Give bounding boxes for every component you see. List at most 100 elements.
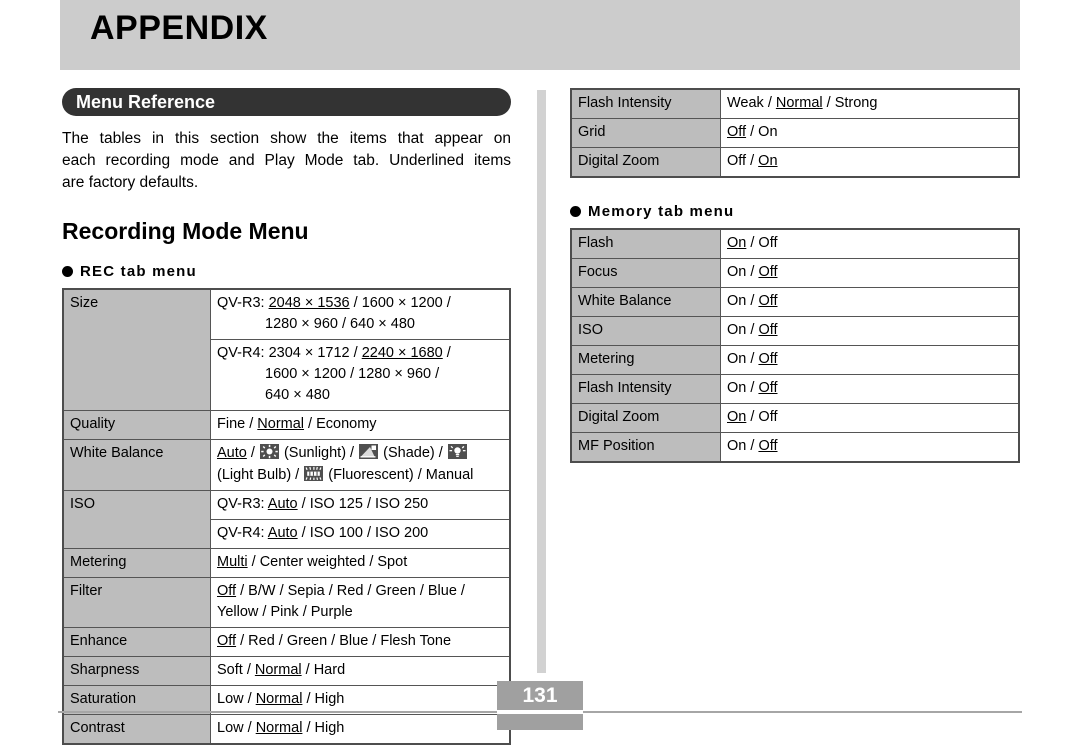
memory-tab-table: Flash On / Off Focus On / Off White Bala… (570, 228, 1020, 463)
row-value-mem-flash: On / Off (720, 228, 1020, 259)
row-value-iso-qvr4: QV-R4: Auto / ISO 100 / ISO 200 (210, 519, 511, 549)
table-row: Flash Intensity On / Off (570, 374, 1020, 404)
row-label-mem-iso: ISO (570, 316, 721, 346)
table-row: White Balance On / Off (570, 287, 1020, 317)
row-label-iso: ISO (62, 490, 211, 549)
row-label-quality: Quality (62, 410, 211, 440)
section-banner-label: Menu Reference (76, 92, 216, 112)
size-qvr4-line3: 640 × 480 (265, 387, 330, 403)
row-label-mem-focus: Focus (570, 258, 721, 288)
wb-lightbulb-label: (Light Bulb) (217, 467, 292, 483)
table-row: Digital Zoom On / Off (570, 403, 1020, 433)
light-bulb-icon (447, 444, 467, 459)
table-row: ISO On / Off (570, 316, 1020, 346)
row-value-enhance: Off / Red / Green / Blue / Flesh Tone (210, 627, 511, 657)
row-value-contrast: Low / Normal / High (210, 714, 511, 745)
wb-fluorescent-label: (Fluorescent) (328, 467, 414, 483)
row-value-mem-mf-position: On / Off (720, 432, 1020, 463)
rec-tab-menu-heading: REC tab menu (62, 263, 511, 280)
row-value-mem-focus: On / Off (720, 258, 1020, 288)
wb-shade-label: (Shade) (383, 445, 435, 461)
row-label-sharpness: Sharpness (62, 656, 211, 686)
intro-line-1: The tables in this section show the item… (62, 130, 511, 147)
memory-tab-menu-heading: Memory tab menu (570, 203, 1020, 220)
table-row: Flash Intensity Weak / Normal / Strong (570, 88, 1020, 119)
table-row: ISO QV-R3: Auto / ISO 125 / ISO 250 (62, 490, 511, 549)
size-qvr3-line1: QV-R3: 2048 × 1536 / 1600 × 1200 / (217, 295, 451, 311)
wb-sunlight-label: (Sunlight) (283, 445, 347, 461)
row-value-mem-white-balance: On / Off (720, 287, 1020, 317)
table-row: Filter Off / B/W / Sepia / Red / Green /… (62, 577, 511, 628)
row-label-size: Size (62, 288, 211, 411)
row-label-mem-flash: Flash (570, 228, 721, 259)
bullet-dot-icon (62, 266, 73, 277)
row-value-mem-digital-zoom: On / Off (720, 403, 1020, 433)
size-qvr3-line2: 1280 × 960 / 640 × 480 (265, 316, 415, 332)
page-number: 131 (522, 684, 558, 707)
rec-tab-table: Size QV-R3: 2048 × 1536 / 1600 × 1200 / … (62, 288, 511, 745)
size-qvr4-line2: 1600 × 1200 / 1280 × 960 / (265, 366, 440, 382)
row-label-mem-metering: Metering (570, 345, 721, 375)
intro-paragraph: The tables in this section show the item… (62, 128, 511, 194)
filter-line1: Off / B/W / Sepia / Red / Green / Blue / (217, 583, 465, 599)
table-row: MF Position On / Off (570, 432, 1020, 463)
table-row: Quality Fine / Normal / Economy (62, 410, 511, 440)
recording-mode-menu-heading: Recording Mode Menu (62, 218, 309, 244)
table-row: Contrast Low / Normal / High (62, 714, 511, 745)
row-label-mem-mf-position: MF Position (570, 432, 721, 463)
bullet-dot-icon (570, 206, 581, 217)
white-balance-line2: (Light Bulb) / (Fluorescent) / Manual (217, 466, 474, 483)
wb-auto-default: Auto (217, 445, 247, 461)
row-label-filter: Filter (62, 577, 211, 628)
row-value-sharpness: Soft / Normal / Hard (210, 656, 511, 686)
page-header-bar: APPENDIX (60, 0, 1020, 70)
fluorescent-icon (304, 466, 324, 481)
section-banner: Menu Reference (62, 88, 511, 116)
rec-tab-menu-label: REC tab menu (80, 263, 197, 280)
row-value-metering: Multi / Center weighted / Spot (210, 548, 511, 578)
table-row: Metering Multi / Center weighted / Spot (62, 548, 511, 578)
table-row: Sharpness Soft / Normal / Hard (62, 656, 511, 686)
rec-tab-table-continued: Flash Intensity Weak / Normal / Strong G… (570, 88, 1020, 178)
table-row: Grid Off / On (570, 118, 1020, 148)
row-label-mem-white-balance: White Balance (570, 287, 721, 317)
row-label-metering: Metering (62, 548, 211, 578)
rec-tab-continued-body: Flash Intensity Weak / Normal / Strong G… (570, 88, 1020, 178)
memory-tab-menu-label: Memory tab menu (588, 203, 735, 220)
row-label-white-balance: White Balance (62, 439, 211, 491)
table-row: Size QV-R3: 2048 × 1536 / 1600 × 1200 / … (62, 288, 511, 411)
row-value-mem-flash-intensity: On / Off (720, 374, 1020, 404)
table-row: Metering On / Off (570, 345, 1020, 375)
row-label-grid: Grid (570, 118, 721, 148)
left-column: Menu Reference The tables in this sectio… (62, 88, 511, 745)
shade-icon (359, 444, 379, 459)
table-row: White Balance Auto / (Sunlight) / (Shade… (62, 439, 511, 491)
row-value-filter: Off / B/W / Sepia / Red / Green / Blue /… (210, 577, 511, 628)
row-value-quality: Fine / Normal / Economy (210, 410, 511, 440)
row-label-flash-intensity: Flash Intensity (570, 88, 721, 119)
rec-tab-table-body: Size QV-R3: 2048 × 1536 / 1600 × 1200 / … (62, 288, 511, 745)
row-label-mem-flash-intensity: Flash Intensity (570, 374, 721, 404)
row-value-mem-metering: On / Off (720, 345, 1020, 375)
table-row: Flash On / Off (570, 228, 1020, 259)
row-label-enhance: Enhance (62, 627, 211, 657)
row-value-flash-intensity: Weak / Normal / Strong (720, 88, 1020, 119)
size-qvr4-line1: QV-R4: 2304 × 1712 / 2240 × 1680 / (217, 345, 451, 361)
wb-manual-label: Manual (425, 467, 474, 483)
row-value-grid: Off / On (720, 118, 1020, 148)
row-value-size-qvr4: QV-R4: 2304 × 1712 / 2240 × 1680 / 1600 … (210, 339, 511, 411)
table-row: Enhance Off / Red / Green / Blue / Flesh… (62, 627, 511, 657)
table-row: Digital Zoom Off / On (570, 147, 1020, 178)
row-label-mem-digital-zoom: Digital Zoom (570, 403, 721, 433)
row-label-digital-zoom: Digital Zoom (570, 147, 721, 178)
memory-tab-table-body: Flash On / Off Focus On / Off White Bala… (570, 228, 1020, 463)
sunlight-icon (259, 444, 279, 459)
page-title: APPENDIX (90, 9, 268, 47)
row-label-contrast: Contrast (62, 714, 211, 745)
row-value-digital-zoom: Off / On (720, 147, 1020, 178)
row-value-size-qvr3: QV-R3: 2048 × 1536 / 1600 × 1200 / 1280 … (210, 288, 511, 340)
row-value-white-balance: Auto / (Sunlight) / (Shade) / (Light Bul… (210, 439, 511, 491)
right-column: Flash Intensity Weak / Normal / Strong G… (570, 88, 1020, 463)
row-value-mem-iso: On / Off (720, 316, 1020, 346)
table-row: Focus On / Off (570, 258, 1020, 288)
